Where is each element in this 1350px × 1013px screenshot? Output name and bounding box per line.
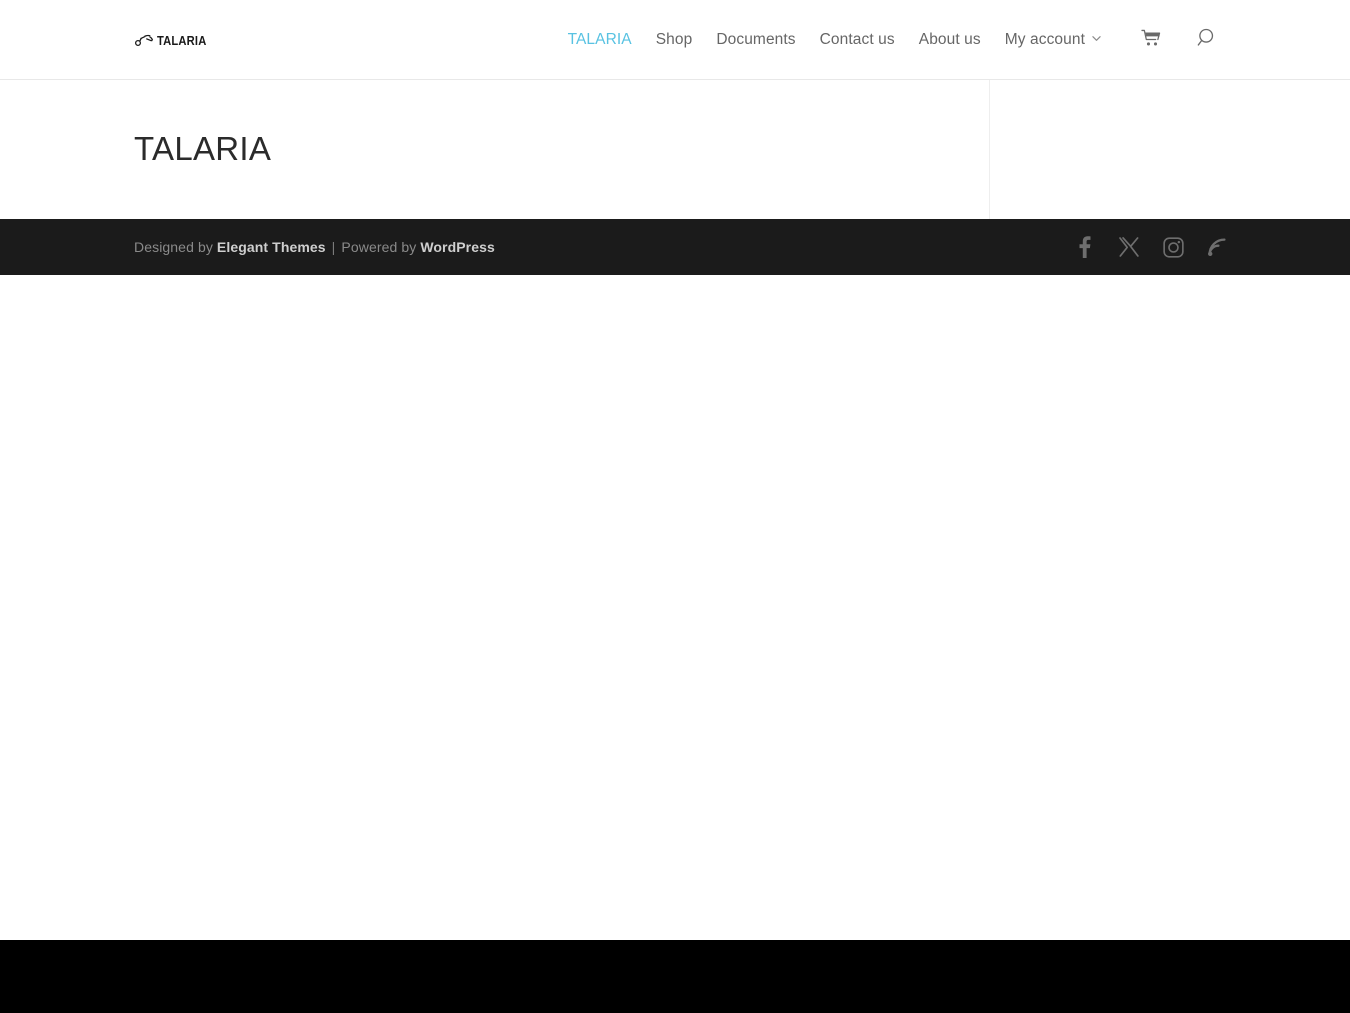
- nav-label: My account: [1004, 31, 1085, 48]
- motorcycle-icon: [134, 32, 156, 48]
- content-column: TALARIA: [0, 80, 990, 219]
- instagram-icon: [1162, 236, 1184, 258]
- nav-item-my-account[interactable]: My account: [993, 31, 1113, 49]
- rss-icon: [1207, 237, 1227, 257]
- footer-credit-separator: |: [327, 239, 340, 255]
- nav-label: Shop: [655, 31, 693, 48]
- nav-label: About us: [918, 31, 981, 48]
- nav-label: Contact us: [819, 31, 895, 48]
- nav-label: TALARIA: [567, 31, 632, 48]
- nav-item-contact-us[interactable]: Contact us: [808, 31, 907, 49]
- chevron-down-icon: [1092, 34, 1101, 43]
- nav-item-shop[interactable]: Shop: [644, 31, 705, 49]
- nav-label: Documents: [716, 31, 796, 48]
- bottom-black-strip: [0, 940, 1350, 1013]
- nav-item-talaria[interactable]: TALARIA: [556, 31, 644, 49]
- search-icon: [1197, 27, 1218, 53]
- nav-item-documents[interactable]: Documents: [704, 31, 807, 49]
- site-header: TALARIA TALARIA Shop Documents Contact u…: [0, 0, 1350, 80]
- nav-item-about-us[interactable]: About us: [907, 31, 993, 49]
- instagram-link[interactable]: [1162, 235, 1184, 259]
- rss-link[interactable]: [1206, 235, 1228, 259]
- page-body: TALARIA: [0, 80, 1350, 219]
- logo-text: TALARIA: [157, 32, 207, 48]
- lower-white-area: [0, 275, 1350, 940]
- elegant-themes-link[interactable]: Elegant Themes: [217, 239, 326, 255]
- primary-navigation: TALARIA Shop Documents Contact us About …: [556, 0, 1230, 80]
- footer-credit-prefix: Designed by: [134, 239, 217, 255]
- shopping-cart-button[interactable]: [1129, 0, 1173, 80]
- footer-credit-middle: Powered by: [341, 239, 421, 255]
- site-logo[interactable]: TALARIA: [134, 0, 214, 80]
- footer-social-links: [1074, 235, 1228, 259]
- site-footer: Designed by Elegant Themes | Powered by …: [0, 219, 1350, 275]
- search-button[interactable]: [1185, 0, 1230, 80]
- shopping-cart-icon: [1141, 29, 1161, 52]
- footer-credit: Designed by Elegant Themes | Powered by …: [134, 239, 495, 255]
- facebook-icon: [1079, 236, 1091, 258]
- wordpress-link[interactable]: WordPress: [420, 239, 495, 255]
- page-title: TALARIA: [134, 130, 272, 167]
- x-twitter-link[interactable]: [1118, 235, 1140, 259]
- sidebar-column: [991, 80, 1350, 219]
- facebook-link[interactable]: [1074, 235, 1096, 259]
- x-twitter-icon: [1119, 237, 1139, 257]
